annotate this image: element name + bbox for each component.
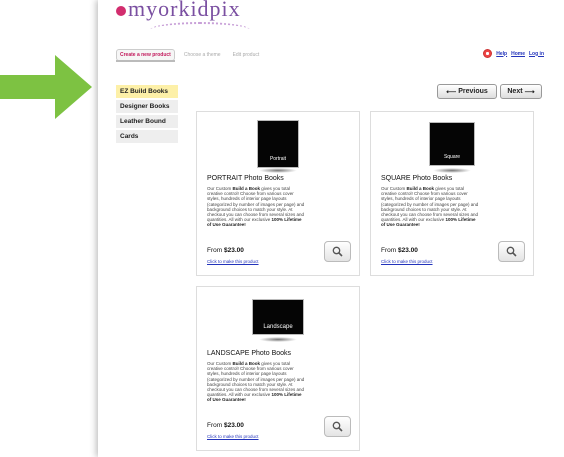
square-thumbnail[interactable]: Square — [429, 122, 475, 166]
magnifier-icon — [332, 246, 343, 257]
card-price: From $23.00 — [207, 422, 244, 429]
next-button[interactable]: Next ⟶ — [500, 84, 542, 99]
card-description: Our Custom Build a Book gives you total … — [207, 186, 305, 228]
help-lifebuoy-icon[interactable] — [483, 49, 493, 58]
card-title: PORTRAIT Photo Books — [207, 175, 284, 182]
previous-label: Previous — [458, 88, 488, 95]
tab-choose-theme[interactable]: Choose a theme — [181, 50, 224, 60]
sidebar-item-leather-bound[interactable]: Leather Bound — [116, 115, 178, 128]
logo-flower-icon — [116, 5, 126, 16]
logo-swirl — [150, 22, 250, 38]
card-description: Our Custom Build a Book gives you total … — [381, 186, 479, 228]
sidebar-item-ez-build-books[interactable]: EZ Build Books — [116, 85, 178, 98]
thumb-shadow — [259, 337, 297, 342]
make-product-link[interactable]: Click to make this product — [207, 434, 259, 439]
zoom-button[interactable] — [324, 241, 351, 262]
make-product-link[interactable]: Click to make this product — [381, 259, 433, 264]
sidebar-item-cards[interactable]: Cards — [116, 130, 178, 143]
portrait-thumbnail[interactable]: Portrait — [257, 120, 299, 168]
arrow-left-icon: ⟵ — [446, 88, 457, 96]
help-link[interactable]: Help — [496, 51, 507, 57]
card-title: SQUARE Photo Books — [381, 175, 453, 182]
sidebar: EZ Build Books Designer Books Leather Bo… — [116, 85, 178, 145]
product-card-portrait: Portrait PORTRAIT Photo Books Our Custom… — [196, 111, 360, 276]
login-link[interactable]: Log in — [529, 51, 544, 57]
thumb-shadow — [433, 168, 471, 173]
thumb-shadow — [259, 168, 297, 173]
thumb-label: Landscape — [263, 324, 293, 330]
logo[interactable]: myorkidpix — [116, 0, 241, 22]
make-product-link[interactable]: Click to make this product — [207, 259, 259, 264]
tab-edit-product[interactable]: Edit product — [230, 50, 263, 60]
thumb-label: Square — [443, 154, 461, 160]
home-link[interactable]: Home — [511, 51, 525, 57]
card-price: From $23.00 — [207, 247, 244, 254]
logo-text: myorkidpix — [128, 0, 241, 21]
product-card-square: Square SQUARE Photo Books Our Custom Bui… — [370, 111, 534, 276]
previous-button[interactable]: ⟵ Previous — [437, 84, 497, 99]
landscape-thumbnail[interactable]: Landscape — [252, 299, 304, 335]
thumb-label: Portrait — [269, 156, 287, 162]
arrow-right-icon: ⟶ — [524, 88, 535, 96]
card-description: Our Custom Build a Book gives you total … — [207, 361, 305, 403]
next-label: Next — [507, 88, 523, 95]
card-price: From $23.00 — [381, 247, 418, 254]
product-card-landscape: Landscape LANDSCAPE Photo Books Our Cust… — [196, 286, 360, 451]
tab-underline — [116, 60, 175, 62]
zoom-button[interactable] — [498, 241, 525, 262]
card-title: LANDSCAPE Photo Books — [207, 350, 292, 357]
green-right-arrow-icon — [0, 55, 92, 119]
magnifier-icon — [332, 421, 343, 432]
top-links: Help Home Log in — [483, 49, 544, 58]
magnifier-icon — [506, 246, 517, 257]
zoom-button[interactable] — [324, 416, 351, 437]
sidebar-item-designer-books[interactable]: Designer Books — [116, 100, 178, 113]
